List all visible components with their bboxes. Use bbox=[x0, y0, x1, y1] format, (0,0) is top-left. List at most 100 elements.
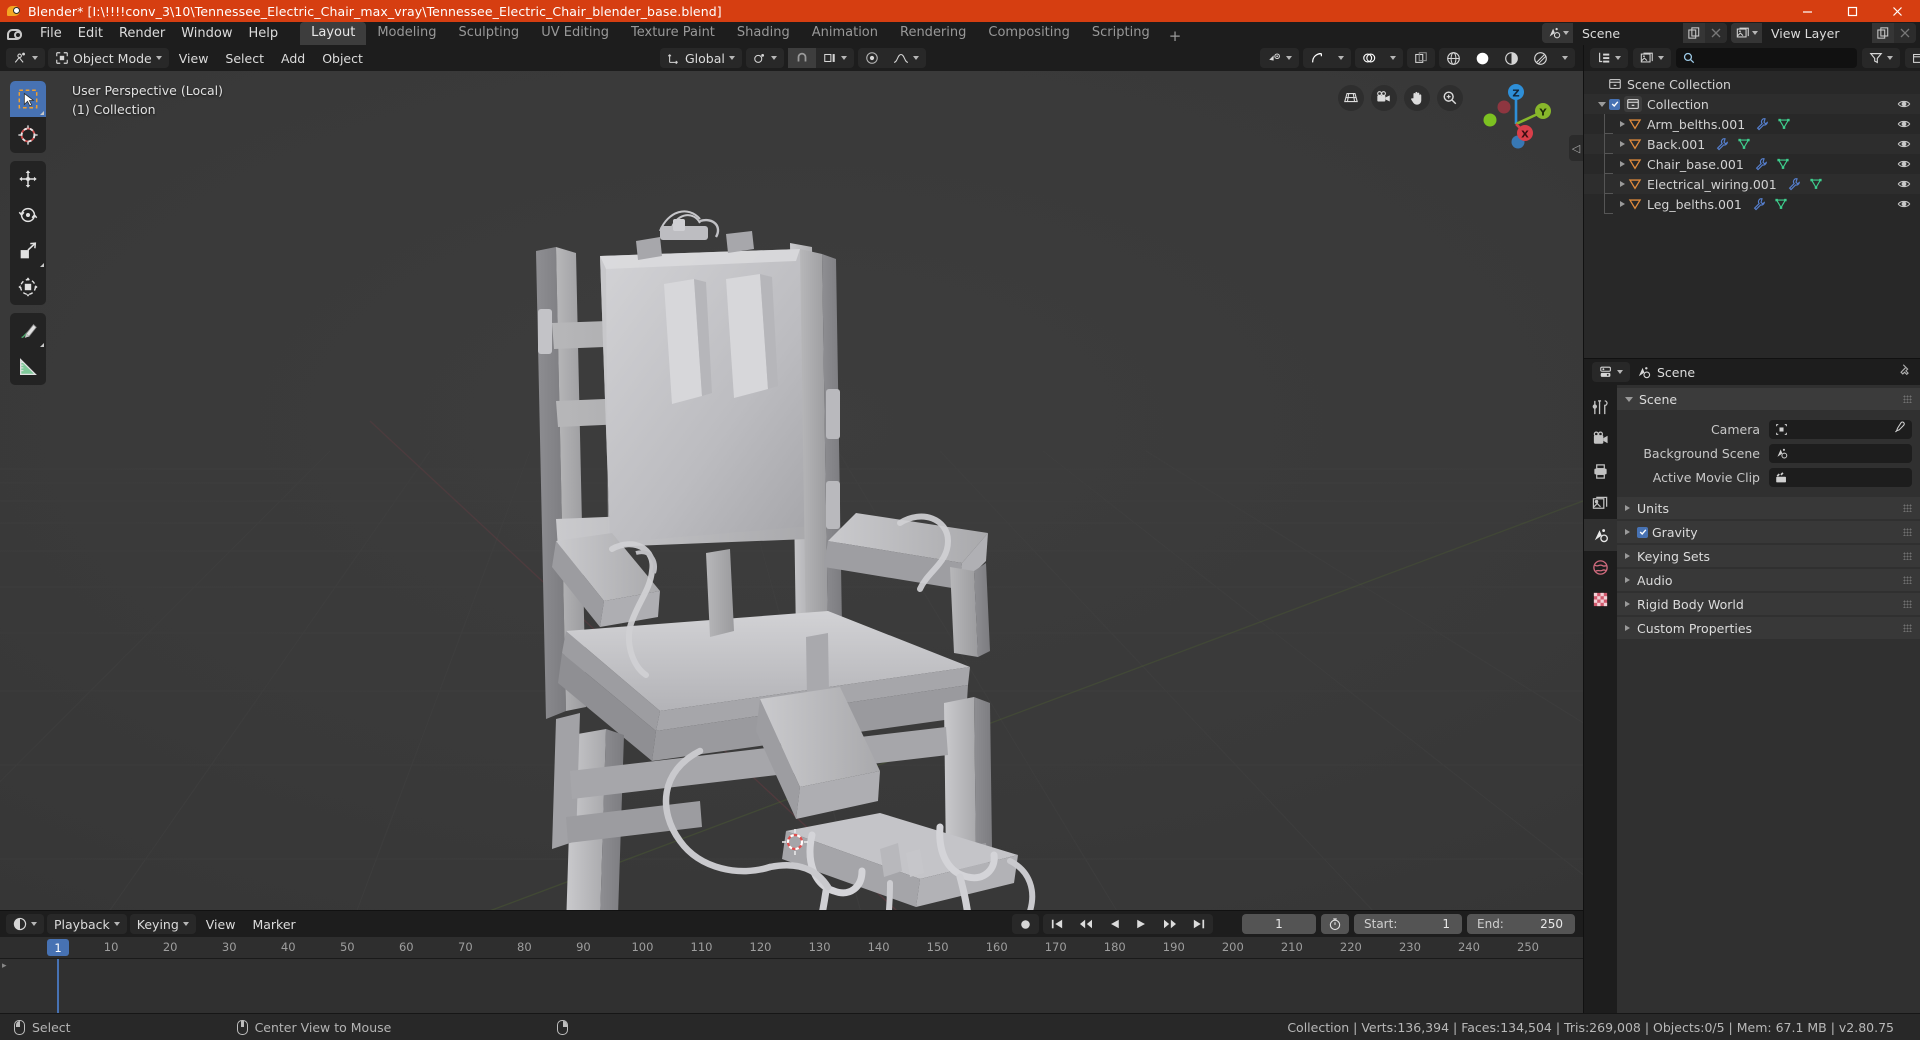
visibility-eye-icon[interactable] bbox=[1897, 177, 1911, 194]
view-layer-name-field[interactable]: View Layer bbox=[1762, 23, 1872, 43]
background-scene-field[interactable] bbox=[1769, 443, 1912, 463]
timeline-menu-view[interactable]: View bbox=[199, 914, 243, 934]
viewport-visibility-selector[interactable] bbox=[1260, 48, 1299, 68]
jump-to-start-button[interactable] bbox=[1043, 914, 1071, 934]
transform-orientation-selector[interactable]: Global bbox=[660, 48, 742, 68]
play-button[interactable] bbox=[1128, 914, 1155, 934]
timeline-menu-playback[interactable]: Playback bbox=[47, 914, 127, 934]
view-layer-icon[interactable] bbox=[1731, 23, 1762, 43]
tab-tool[interactable] bbox=[1584, 391, 1617, 423]
outliner-row-object-2[interactable]: Chair_base.001 bbox=[1584, 154, 1920, 174]
outliner-row-collection[interactable]: Collection bbox=[1584, 94, 1920, 114]
close-button[interactable] bbox=[1875, 0, 1920, 22]
tab-scripting[interactable]: Scripting bbox=[1081, 22, 1161, 45]
cursor-tool-button[interactable] bbox=[10, 117, 46, 153]
outliner-row-object-3[interactable]: Electrical_wiring.001 bbox=[1584, 174, 1920, 194]
expand-icon[interactable] bbox=[1625, 625, 1630, 631]
tab-animation[interactable]: Animation bbox=[801, 22, 889, 45]
viewport-menu-select[interactable]: Select bbox=[218, 48, 271, 68]
annotate-tool-button[interactable] bbox=[10, 313, 46, 349]
menu-render[interactable]: Render bbox=[111, 24, 173, 43]
timeline-menu-marker[interactable]: Marker bbox=[245, 914, 302, 934]
tab-modeling[interactable]: Modeling bbox=[366, 22, 447, 45]
expand-icon[interactable] bbox=[1625, 601, 1630, 607]
unlink-scene-button[interactable] bbox=[1705, 23, 1727, 43]
interaction-mode-selector[interactable]: Object Mode bbox=[48, 48, 169, 68]
expand-icon[interactable] bbox=[1620, 141, 1625, 147]
mesh-data-icon[interactable] bbox=[1774, 197, 1788, 211]
active-movie-clip-field[interactable] bbox=[1769, 467, 1912, 487]
camera-field[interactable] bbox=[1769, 419, 1912, 439]
outliner-row-object-4[interactable]: Leg_belths.001 bbox=[1584, 194, 1920, 214]
section-keying-sets[interactable]: Keying Sets bbox=[1617, 545, 1920, 567]
add-workspace-button[interactable]: + bbox=[1161, 27, 1190, 45]
toggle-orthographic-icon[interactable] bbox=[1338, 85, 1364, 111]
gravity-checkbox[interactable] bbox=[1637, 526, 1648, 538]
expand-icon[interactable] bbox=[1625, 529, 1630, 535]
scale-tool-button[interactable] bbox=[10, 233, 46, 269]
expand-icon[interactable] bbox=[1620, 181, 1625, 187]
properties-editor-type-selector[interactable] bbox=[1592, 362, 1630, 382]
electric-chair-model[interactable] bbox=[0, 71, 1583, 910]
menu-file[interactable]: File bbox=[32, 24, 70, 43]
modifier-wrench-icon[interactable] bbox=[1755, 117, 1769, 131]
move-tool-button[interactable] bbox=[10, 161, 46, 197]
end-frame-field[interactable]: End: 250 bbox=[1467, 914, 1575, 934]
tab-view-layer[interactable] bbox=[1584, 487, 1617, 519]
expand-icon[interactable] bbox=[1625, 505, 1630, 511]
visibility-eye-icon[interactable] bbox=[1897, 197, 1911, 214]
section-rigid-body-world[interactable]: Rigid Body World bbox=[1617, 593, 1920, 615]
scene-panel-header[interactable]: Scene bbox=[1617, 388, 1920, 410]
falloff-type-selector[interactable] bbox=[886, 48, 926, 68]
outliner-display-mode-selector[interactable] bbox=[1633, 48, 1671, 68]
pan-hand-icon[interactable] bbox=[1404, 85, 1430, 111]
modifier-wrench-icon[interactable] bbox=[1754, 157, 1768, 171]
gizmo-options-dropdown[interactable] bbox=[1331, 48, 1351, 68]
modifier-wrench-icon[interactable] bbox=[1787, 177, 1801, 191]
jump-to-end-button[interactable] bbox=[1185, 914, 1213, 934]
tab-compositing[interactable]: Compositing bbox=[977, 22, 1081, 45]
timeline-ruler[interactable]: 1 10 20 30 40 50 60 70 80 90 100 110 120 130 140 150 16… bbox=[0, 937, 1583, 959]
jump-to-prev-keyframe-button[interactable] bbox=[1071, 914, 1101, 934]
mesh-data-icon[interactable] bbox=[1777, 117, 1791, 131]
scene-name-field[interactable]: Scene bbox=[1573, 23, 1683, 43]
scene-selector[interactable]: Scene bbox=[1542, 23, 1727, 43]
zoom-magnifier-icon[interactable] bbox=[1437, 85, 1463, 111]
timeline-playhead[interactable]: 1 bbox=[47, 939, 69, 956]
editor-type-selector[interactable] bbox=[6, 48, 45, 68]
expand-icon[interactable] bbox=[1625, 553, 1630, 559]
section-audio[interactable]: Audio bbox=[1617, 569, 1920, 591]
tab-texture[interactable] bbox=[1584, 583, 1617, 615]
camera-view-icon[interactable] bbox=[1371, 85, 1397, 111]
mesh-data-icon[interactable] bbox=[1809, 177, 1823, 191]
auto-keying-toggle[interactable] bbox=[1012, 914, 1039, 934]
timeline-menu-keying[interactable]: Keying bbox=[129, 914, 196, 934]
tab-rendering[interactable]: Rendering bbox=[889, 22, 977, 45]
current-frame-field[interactable]: 1 bbox=[1242, 914, 1316, 934]
visibility-eye-icon[interactable] bbox=[1897, 97, 1911, 114]
mesh-data-icon[interactable] bbox=[1737, 137, 1751, 151]
shading-wireframe-button[interactable] bbox=[1439, 48, 1468, 68]
expand-icon[interactable] bbox=[1620, 161, 1625, 167]
tab-world[interactable] bbox=[1584, 551, 1617, 583]
use-preview-range-toggle[interactable] bbox=[1321, 914, 1349, 934]
start-frame-field[interactable]: Start: 1 bbox=[1354, 914, 1462, 934]
expand-icon[interactable] bbox=[1620, 201, 1625, 207]
menu-edit[interactable]: Edit bbox=[70, 24, 111, 43]
outliner-filter-button[interactable] bbox=[1862, 48, 1900, 68]
minimize-button[interactable] bbox=[1785, 0, 1830, 22]
tab-shading[interactable]: Shading bbox=[726, 22, 801, 45]
select-box-tool-button[interactable] bbox=[10, 81, 46, 117]
outliner-new-collection-button[interactable] bbox=[1905, 48, 1920, 68]
viewport-canvas[interactable]: User Perspective (Local) (1) Collection bbox=[0, 71, 1583, 910]
modifier-wrench-icon[interactable] bbox=[1752, 197, 1766, 211]
tab-layout[interactable]: Layout bbox=[300, 22, 367, 45]
sidebar-toggle-arrow[interactable]: ◁ bbox=[1569, 135, 1583, 161]
section-custom-properties[interactable]: Custom Properties bbox=[1617, 617, 1920, 639]
modifier-wrench-icon[interactable] bbox=[1715, 137, 1729, 151]
timeline-editor-type-selector[interactable] bbox=[6, 914, 44, 934]
overlay-options-dropdown[interactable] bbox=[1383, 48, 1403, 68]
outliner-row-object-1[interactable]: Back.001 bbox=[1584, 134, 1920, 154]
outliner-search-input[interactable] bbox=[1700, 51, 1850, 65]
tab-sculpting[interactable]: Sculpting bbox=[447, 22, 530, 45]
